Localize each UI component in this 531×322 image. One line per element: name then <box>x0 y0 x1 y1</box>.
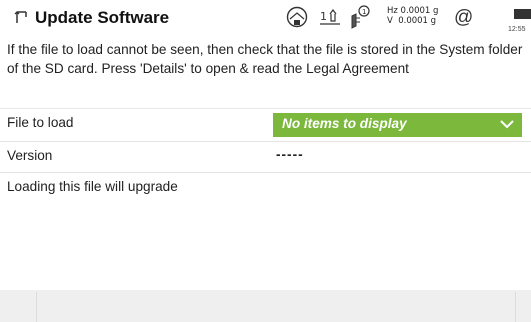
battery-time: 12:55 <box>508 26 526 33</box>
title-bar: Update Software 1 1 Hz 0.0001 g V 0.0001… <box>0 0 531 37</box>
at-icon: @ <box>454 7 474 28</box>
prism-icon: 1 <box>351 5 370 29</box>
svg-text:1: 1 <box>362 8 366 16</box>
file-to-load-label: File to load <box>7 115 74 130</box>
file-to-load-row: File to load No items to display <box>0 108 531 139</box>
info-text: If the file to load cannot be seen, then… <box>7 42 523 76</box>
status-bar: 1 1 Hz 0.0001 g V 0.0001 g @ 12:55 <box>284 2 531 36</box>
file-to-load-value: No items to display <box>282 116 407 131</box>
file-to-load-dropdown[interactable]: No items to display <box>273 113 522 137</box>
page-title: Update Software <box>35 8 170 27</box>
version-row: Version ----- <box>0 141 531 172</box>
gnss-antenna-icon <box>286 6 308 28</box>
version-value: ----- <box>276 147 304 162</box>
softkey-divider <box>36 292 37 322</box>
chevron-down-icon <box>500 120 514 129</box>
upgrade-row: Loading this file will upgrade <box>0 172 531 203</box>
hz-readout: Hz 0.0001 g <box>387 6 439 16</box>
upgrade-label: Loading this file will upgrade <box>7 179 178 194</box>
softkey-bar <box>0 290 531 322</box>
satellite-count: 1 <box>320 10 327 23</box>
v-readout: V 0.0001 g <box>387 16 437 26</box>
softkey-divider <box>515 292 516 322</box>
angle-readout: Hz 0.0001 g V 0.0001 g <box>387 6 438 26</box>
instrument-icon: 1 <box>320 9 340 25</box>
version-label: Version <box>7 148 53 163</box>
battery-icon <box>514 9 531 19</box>
back-icon[interactable] <box>14 11 30 25</box>
